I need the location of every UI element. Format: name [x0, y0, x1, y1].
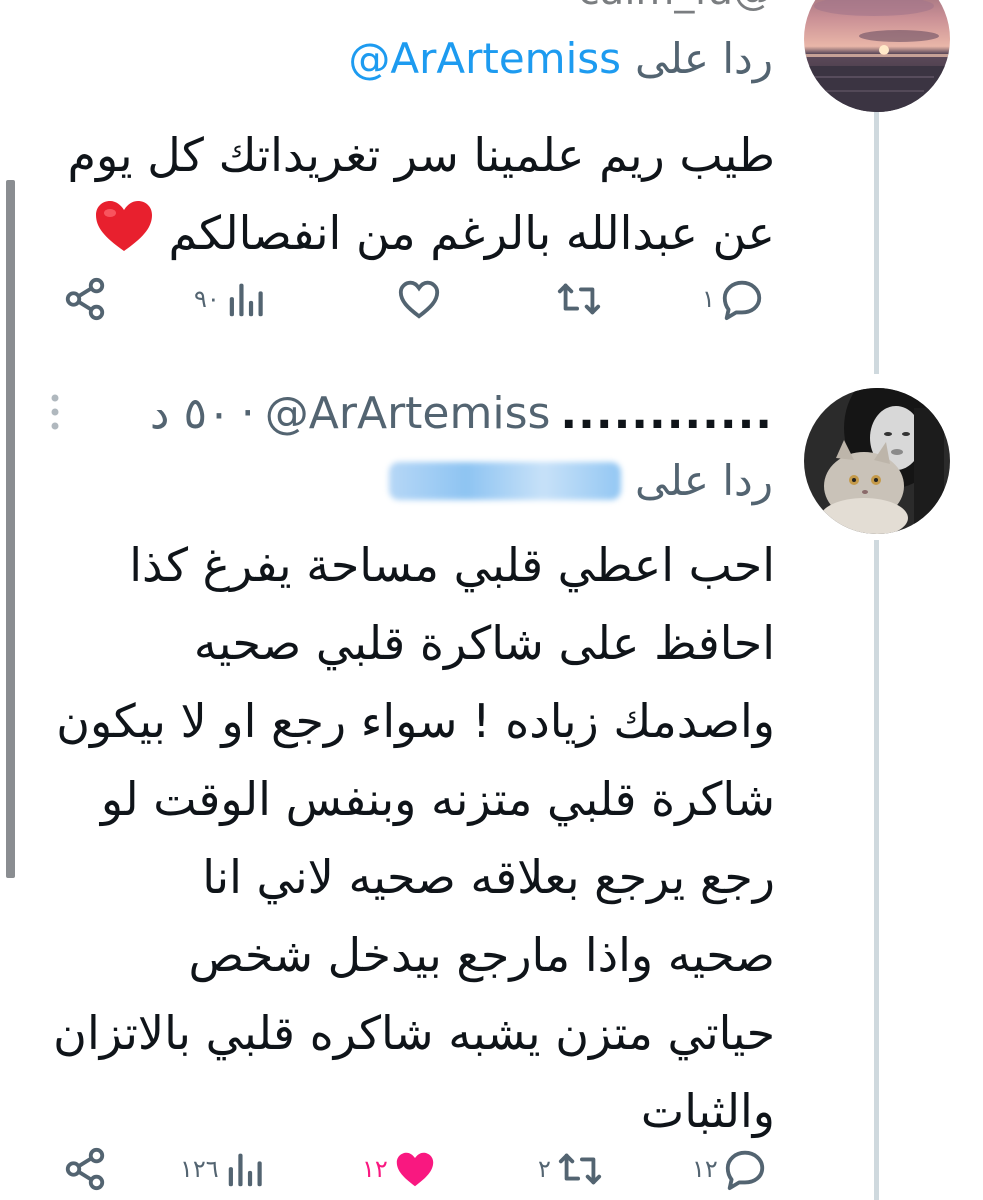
blurred-reply-handle[interactable] — [389, 461, 622, 500]
reply-handle-link[interactable]: @ArArtemiss — [348, 34, 621, 83]
avatar[interactable] — [804, 0, 950, 112]
avatar[interactable] — [804, 388, 950, 534]
reply-icon — [722, 280, 762, 321]
tweet-text-line: شاكرة قلبي متزنه وبنفس الوقت لو — [100, 772, 775, 826]
tweet-header: ............ @ArArtemiss · ٥٠ د — [150, 387, 773, 439]
red-heart-emoji — [94, 198, 154, 276]
retweet-icon — [557, 283, 601, 315]
retweet-button[interactable]: ٢ — [538, 1142, 605, 1196]
share-button[interactable] — [62, 272, 108, 326]
tweet-text-line: رجع يرجع بعلاقه صحيه لاني انا — [202, 850, 775, 904]
tweet-text-line: عن عبدالله بالرغم من انفصالكم — [68, 194, 775, 276]
reply-icon — [725, 1150, 764, 1191]
more-options-icon[interactable] — [48, 392, 62, 432]
tweet-text-line: واصدمك زياده ! سواء رجع او لا بيكون — [56, 694, 775, 748]
views-icon — [228, 1153, 262, 1187]
like-button[interactable] — [396, 272, 442, 326]
display-name[interactable]: ............ — [560, 388, 773, 439]
reply-context: ردا على @ArArtemiss — [348, 34, 773, 83]
retweet-button[interactable] — [554, 272, 604, 326]
previous-tweet-handle[interactable]: @calm_fa — [578, 0, 773, 14]
share-icon — [65, 277, 105, 321]
views-button[interactable]: ٩٠ — [194, 272, 270, 326]
separator: · — [240, 387, 255, 439]
tweet-text: احب اعطي قلبي مساحة يفرغ كذا احافظ على ش… — [53, 526, 775, 1150]
reply-prefix: ردا على — [635, 456, 773, 505]
tweet-text-line: طيب ريم علمينا سر تغريداتك كل يوم — [67, 128, 775, 182]
user-handle[interactable]: @ArArtemiss — [265, 388, 551, 439]
thread-connector-line — [874, 112, 879, 374]
tweet-actions: ١٢٦ ١٢ ٢ ١٢ — [62, 1142, 782, 1196]
views-count: ١٢٦ — [180, 1155, 219, 1183]
tweet-text: طيب ريم علمينا سر تغريداتك كل يوم عن عبد… — [68, 116, 775, 276]
views-icon — [229, 283, 263, 317]
reply-count: ١ — [702, 285, 715, 313]
reply-prefix: ردا على — [635, 34, 773, 83]
like-icon-filled — [396, 1152, 433, 1187]
share-icon — [65, 1147, 105, 1191]
tweet-text-line: والثبات — [640, 1084, 775, 1138]
reply-count: ١٢ — [692, 1155, 718, 1183]
tweet-actions: ٩٠ ١ — [62, 272, 782, 326]
share-button[interactable] — [62, 1142, 108, 1196]
tweet-text-line: حياتي متزن يشبه شاكره قلبي بالاتزان — [53, 1006, 775, 1060]
tweet-text-line: احافظ على شاكرة قلبي صحيه — [193, 616, 775, 670]
retweet-icon — [558, 1153, 601, 1185]
views-button[interactable]: ١٢٦ — [180, 1142, 269, 1196]
tweet-text-line: صحيه واذا مارجع بيدخل شخص — [188, 928, 775, 982]
reply-button[interactable]: ١ — [702, 272, 765, 326]
retweet-count: ٢ — [538, 1155, 551, 1183]
reply-button[interactable]: ١٢ — [692, 1142, 768, 1196]
timestamp[interactable]: ٥٠ د — [150, 388, 231, 439]
like-count: ١٢ — [362, 1155, 388, 1183]
scroll-indicator — [6, 180, 15, 878]
views-count: ٩٠ — [194, 285, 220, 313]
thread-connector-line — [874, 540, 879, 1200]
like-button[interactable]: ١٢ — [362, 1142, 438, 1196]
like-icon — [398, 280, 440, 319]
tweet-text-line: احب اعطي قلبي مساحة يفرغ كذا — [129, 538, 775, 592]
reply-context: ردا على — [389, 456, 773, 505]
